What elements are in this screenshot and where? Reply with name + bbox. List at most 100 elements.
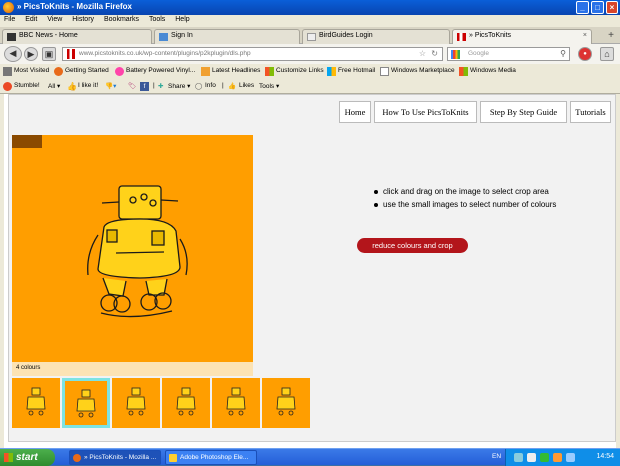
stumble-all-dropdown[interactable]: All ▾: [48, 82, 60, 90]
bookmark-label: Getting Started: [65, 67, 109, 74]
tab-label: BirdGuides Login: [319, 32, 373, 39]
windows-icon: [327, 67, 336, 76]
search-bar[interactable]: Google ⚲: [447, 47, 570, 61]
tab-close-icon[interactable]: ×: [583, 32, 587, 39]
bookmark-label: Windows Media: [470, 67, 516, 74]
colour-thumbnails: [12, 378, 314, 428]
url-bar[interactable]: www.picstoknits.co.uk/wp-content/plugins…: [62, 47, 443, 61]
windows-icon: [265, 67, 274, 76]
bookmark-free-hotmail[interactable]: Free Hotmail: [327, 67, 375, 76]
nav-step-by-step[interactable]: Step By Step Guide: [480, 101, 567, 123]
bookmark-star-icon[interactable]: ☆: [419, 49, 426, 58]
info-button[interactable]: ◯ Info: [195, 82, 216, 90]
tab-bbc-news[interactable]: BBC News - Home: [2, 29, 152, 44]
tools-label: Tools: [259, 83, 275, 90]
home-icon[interactable]: ⌂: [600, 47, 614, 61]
search-icon[interactable]: ⚲: [560, 49, 566, 58]
minimize-icon[interactable]: _: [576, 1, 589, 14]
instruction-item: use the small images to select number of…: [371, 200, 611, 209]
start-button[interactable]: start: [0, 449, 55, 466]
bookmark-windows-marketplace[interactable]: Windows Marketplace: [380, 67, 455, 76]
nav-home[interactable]: Home: [339, 101, 371, 123]
tab-label: Sign In: [171, 32, 193, 39]
close-icon[interactable]: ×: [606, 1, 618, 14]
tab-birdguides[interactable]: BirdGuides Login: [302, 29, 450, 44]
taskbar-photoshop[interactable]: Adobe Photoshop Ele...: [165, 450, 257, 465]
taskbar-item-label: » PicsToKnits - Mozilla ...: [84, 454, 157, 461]
menu-history[interactable]: History: [68, 15, 98, 24]
facebook-icon[interactable]: f: [140, 82, 149, 91]
share-button[interactable]: ✚ Share ▾: [158, 82, 190, 90]
stumbleupon-toolbar: Stumble! All ▾ 👍 I like it! 👎▾ 🏷 f | ✚ Sha…: [0, 79, 620, 94]
taskbar-firefox[interactable]: » PicsToKnits - Mozilla ...: [69, 450, 161, 465]
thumbnail-option[interactable]: [162, 378, 210, 428]
bookmark-label: Windows Marketplace: [391, 67, 455, 74]
crop-handle[interactable]: [12, 135, 42, 148]
addon-icon[interactable]: ▣: [42, 47, 56, 61]
bookmark-label: Most Visited: [14, 67, 50, 74]
network-icon[interactable]: [514, 453, 523, 462]
windows-icon: [459, 67, 468, 76]
thumbnail-option[interactable]: [262, 378, 310, 428]
nav-how-to-use[interactable]: How To Use PicsToKnits: [374, 101, 477, 123]
tools-dropdown[interactable]: Tools ▾: [259, 82, 279, 90]
bookmark-battery-vinyl[interactable]: Battery Powered Vinyl...: [115, 67, 195, 76]
security-icon[interactable]: [540, 453, 549, 462]
menu-tools[interactable]: Tools: [145, 15, 169, 24]
picstoknits-icon: [457, 33, 466, 41]
back-icon[interactable]: ◀: [4, 46, 22, 62]
bookmark-getting-started[interactable]: Getting Started: [54, 67, 109, 76]
stumbleupon-icon: [3, 82, 12, 91]
colours-label: 4 colours: [12, 362, 253, 376]
dislike-icon[interactable]: 👎▾: [105, 82, 116, 90]
abp-icon[interactable]: ●: [578, 47, 592, 61]
maximize-icon[interactable]: □: [591, 1, 604, 14]
rss-icon: [201, 67, 210, 76]
reduce-colours-crop-button[interactable]: reduce colours and crop: [357, 238, 468, 253]
thumbnail-option[interactable]: [212, 378, 260, 428]
menu-help[interactable]: Help: [171, 15, 193, 24]
firefox-icon: [54, 67, 63, 76]
bookmark-latest-headlines[interactable]: Latest Headlines: [201, 67, 260, 76]
thumbnail-option[interactable]: [112, 378, 160, 428]
stumble-button[interactable]: Stumble!: [3, 82, 40, 91]
menu-view[interactable]: View: [43, 15, 66, 24]
language-indicator[interactable]: EN: [492, 453, 501, 460]
update-icon[interactable]: [553, 453, 562, 462]
crop-image[interactable]: [12, 135, 253, 362]
page-icon: [115, 67, 124, 76]
bookmark-label: Customize Links: [276, 67, 324, 74]
instructions-list: click and drag on the image to select cr…: [371, 187, 611, 213]
menu-bookmarks[interactable]: Bookmarks: [100, 15, 143, 24]
bookmark-most-visited[interactable]: Most Visited: [3, 67, 50, 76]
reload-icon[interactable]: ↻: [431, 49, 438, 58]
tray-app-icon[interactable]: [566, 453, 575, 462]
menu-edit[interactable]: Edit: [21, 15, 41, 24]
tab-label: » PicsToKnits: [469, 32, 512, 39]
bookmark-customize-links[interactable]: Customize Links: [265, 67, 324, 76]
forward-icon[interactable]: ▶: [24, 47, 38, 61]
tab-sign-in[interactable]: Sign In: [154, 29, 300, 44]
tab-picstoknits[interactable]: » PicsToKnits ×: [452, 29, 592, 44]
bbc-icon: [7, 33, 16, 41]
nav-tutorials[interactable]: Tutorials: [570, 101, 611, 123]
page-icon: [307, 33, 316, 41]
thumbs-up-icon: 👍: [67, 82, 77, 91]
site-icon: [67, 49, 75, 59]
windows-logo-icon: [4, 453, 13, 462]
picstoknits-page: Home How To Use PicsToKnits Step By Step…: [8, 94, 616, 442]
tag-icon[interactable]: 🏷: [128, 82, 136, 90]
likes-label: Likes: [239, 82, 255, 89]
stumble-label: Stumble!: [14, 82, 40, 89]
like-label: I like it!: [78, 82, 99, 89]
volume-icon[interactable]: [527, 453, 536, 462]
new-tab-icon[interactable]: +: [608, 30, 614, 41]
menu-file[interactable]: File: [0, 15, 19, 24]
like-button[interactable]: 👍 I like it!: [67, 82, 99, 91]
likes-button[interactable]: 👍 Likes: [228, 82, 255, 90]
browser-content: Home How To Use PicsToKnits Step By Step…: [0, 94, 620, 448]
divider: |: [222, 82, 224, 89]
thumbnail-option[interactable]: [12, 378, 60, 428]
thumbnail-option-selected[interactable]: [62, 378, 110, 428]
bookmark-windows-media[interactable]: Windows Media: [459, 67, 516, 76]
